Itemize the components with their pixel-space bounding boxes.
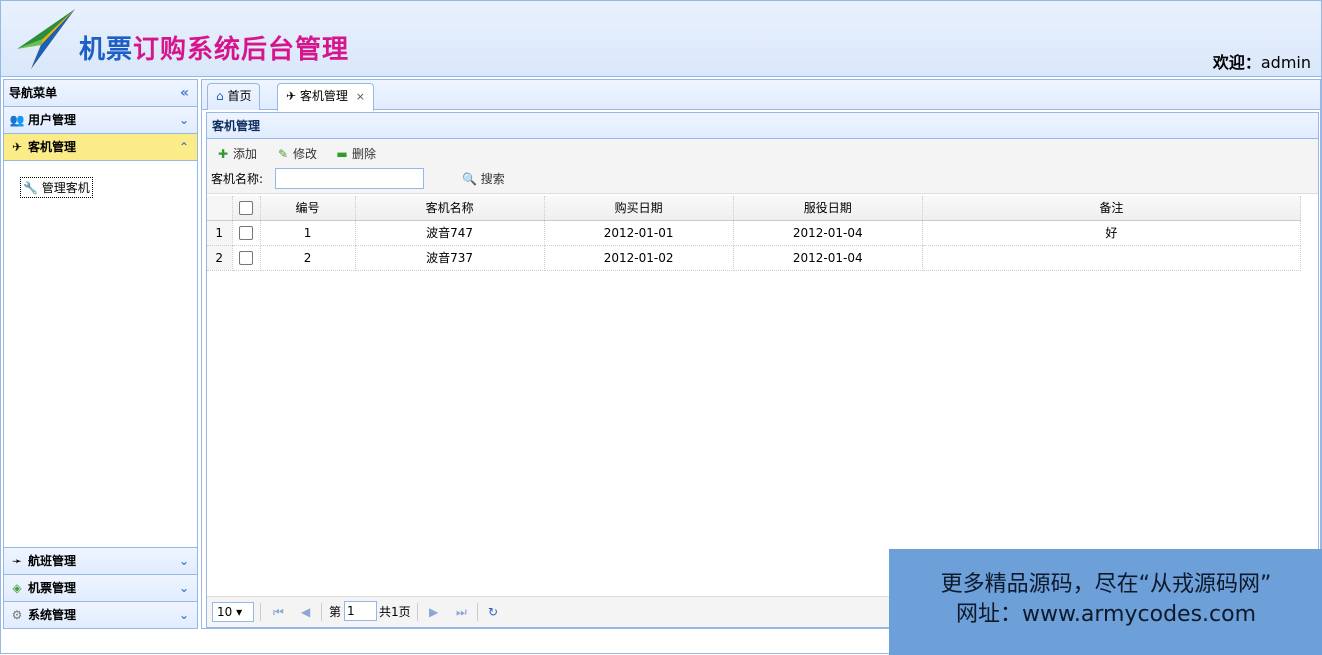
plane-icon: ✈ xyxy=(11,140,23,154)
divider xyxy=(321,603,322,621)
search-label: 客机名称: xyxy=(211,172,264,186)
divider xyxy=(477,603,478,621)
tab-home[interactable]: ⌂ 首页 xyxy=(207,83,261,110)
cell-note xyxy=(922,245,1302,271)
last-page-icon[interactable]: ⏭ xyxy=(456,602,467,622)
collapse-icon[interactable]: ⌃ xyxy=(179,134,189,160)
page-size-select[interactable]: 10 ▾ xyxy=(212,602,254,622)
sidebar-group-ticket[interactable]: ◈ 机票管理 ⌄ xyxy=(4,574,197,601)
pencil-icon: ✎ xyxy=(277,147,289,161)
app-frame: 机票订购系统后台管理 欢迎：admin 导航菜单 « 👥 用户管理 ⌄ ✈ 客机管理… xyxy=(0,0,1322,655)
row-checkbox[interactable] xyxy=(239,225,253,240)
close-icon[interactable]: × xyxy=(356,90,365,103)
tree-item-manage-plane[interactable]: 🔧 管理客机 xyxy=(20,177,93,198)
expand-icon[interactable]: ⌄ xyxy=(179,548,189,574)
header: 机票订购系统后台管理 欢迎：admin xyxy=(1,1,1321,77)
sidebar-group-user[interactable]: 👥 用户管理 ⌄ xyxy=(4,107,197,134)
sidebar-group-plane[interactable]: ✈ 客机管理 ⌃ xyxy=(4,134,197,161)
divider xyxy=(417,603,418,621)
welcome-text: 欢迎：admin xyxy=(1212,53,1311,72)
remove-icon: ▬ xyxy=(336,147,348,161)
toolbar: ✚ 添加 ✎ 修改 ▬ 删除 客机名称: 🔍 搜索 xyxy=(207,139,1318,194)
search-button[interactable]: 🔍 搜索 xyxy=(462,169,505,189)
sidebar: 导航菜单 « 👥 用户管理 ⌄ ✈ 客机管理 ⌃ 🔧 管理客机 ➛ 航班管理 ⌄ ◈ 机… xyxy=(3,79,198,629)
paper-plane-logo-icon xyxy=(17,9,75,69)
cell-serve-date: 2012-01-04 xyxy=(733,220,923,246)
row-checkbox-cell[interactable] xyxy=(232,245,261,271)
username: admin xyxy=(1260,53,1311,72)
cell-id: 1 xyxy=(260,220,356,246)
grid-header-row: 编号 客机名称 购买日期 服役日期 备注 xyxy=(207,196,1302,221)
tab-plane-management[interactable]: ✈ 客机管理 × xyxy=(277,83,374,111)
table-row[interactable]: 1 1 波音747 2012-01-01 2012-01-04 好 xyxy=(207,220,1302,246)
cell-id: 2 xyxy=(260,245,356,271)
add-button[interactable]: ✚ 添加 xyxy=(215,145,257,163)
column-header-serve-date[interactable]: 服役日期 xyxy=(733,196,923,221)
column-header-buy-date[interactable]: 购买日期 xyxy=(544,196,734,221)
delete-button[interactable]: ▬ 删除 xyxy=(334,145,376,163)
cell-buy-date: 2012-01-01 xyxy=(544,220,734,246)
sidebar-group-flight[interactable]: ➛ 航班管理 ⌄ xyxy=(4,547,197,574)
page-number-input[interactable]: 1 xyxy=(344,601,377,621)
select-all-checkbox[interactable] xyxy=(239,201,253,215)
cell-buy-date: 2012-01-02 xyxy=(544,245,734,271)
select-all-checkbox-cell[interactable] xyxy=(232,196,261,221)
cell-name: 波音747 xyxy=(355,220,545,246)
site-title: 机票订购系统后台管理 xyxy=(79,35,350,65)
cell-note: 好 xyxy=(922,220,1302,246)
page-total: 共1页 xyxy=(379,605,411,619)
divider xyxy=(260,603,261,621)
plane-icon: ✈ xyxy=(286,89,297,103)
row-checkbox[interactable] xyxy=(239,250,253,265)
column-header-id[interactable]: 编号 xyxy=(260,196,356,221)
column-header-note[interactable]: 备注 xyxy=(922,196,1302,221)
sidebar-group-system[interactable]: ⚙ 系统管理 ⌄ xyxy=(4,601,197,628)
sidebar-group-plane-body: 🔧 管理客机 xyxy=(4,161,197,548)
watermark-line-2: 网址：www.armycodes.com xyxy=(955,602,1257,627)
ticket-icon: ◈ xyxy=(12,581,22,595)
chevron-down-icon: ▾ xyxy=(236,605,243,619)
data-grid: 编号 客机名称 购买日期 服役日期 备注 1 1 波音747 2012-01-0… xyxy=(207,196,1302,271)
panel-title: 客机管理 xyxy=(207,113,1318,139)
watermark-banner: 更多精品源码，尽在“从戎源码网” 网址：www.armycodes.com xyxy=(889,549,1322,655)
tab-bar: ⌂ 首页 ✈ 客机管理 × xyxy=(202,80,1320,111)
first-page-icon[interactable]: ⏮ xyxy=(273,602,284,622)
row-number: 1 xyxy=(207,220,233,246)
row-number: 2 xyxy=(207,245,233,271)
cell-name: 波音737 xyxy=(355,245,545,271)
users-icon: 👥 xyxy=(9,113,25,127)
expand-icon[interactable]: ⌄ xyxy=(179,107,189,133)
home-icon: ⌂ xyxy=(216,89,224,103)
search-input[interactable] xyxy=(275,168,424,189)
main-area: ⌂ 首页 ✈ 客机管理 × 客机管理 ✚ 添加 ✎ 修改 ▬ 删除 客机名称: … xyxy=(201,79,1321,629)
cell-serve-date: 2012-01-04 xyxy=(733,245,923,271)
search-icon: 🔍 xyxy=(462,172,477,186)
next-page-icon[interactable]: ▶ xyxy=(429,602,438,622)
refresh-icon[interactable]: ↻ xyxy=(488,602,498,622)
tool-icon: 🔧 xyxy=(23,181,38,195)
prev-page-icon[interactable]: ◀ xyxy=(301,602,310,622)
expand-icon[interactable]: ⌄ xyxy=(179,602,189,628)
edit-button[interactable]: ✎ 修改 xyxy=(275,145,317,163)
sidebar-header: 导航菜单 « xyxy=(4,80,197,107)
table-row[interactable]: 2 2 波音737 2012-01-02 2012-01-04 xyxy=(207,245,1302,271)
page-prefix: 第 xyxy=(329,605,342,619)
sidebar-bottom-groups: ➛ 航班管理 ⌄ ◈ 机票管理 ⌄ ⚙ 系统管理 ⌄ xyxy=(4,547,197,628)
flight-icon: ➛ xyxy=(11,554,23,568)
column-header-name[interactable]: 客机名称 xyxy=(355,196,545,221)
collapse-left-icon[interactable]: « xyxy=(180,80,189,106)
row-number-header xyxy=(207,196,233,221)
expand-icon[interactable]: ⌄ xyxy=(179,575,189,601)
row-checkbox-cell[interactable] xyxy=(232,220,261,246)
add-icon: ✚ xyxy=(217,147,229,161)
gear-icon: ⚙ xyxy=(11,608,23,622)
watermark-line-1: 更多精品源码，尽在“从戎源码网” xyxy=(940,572,1272,597)
